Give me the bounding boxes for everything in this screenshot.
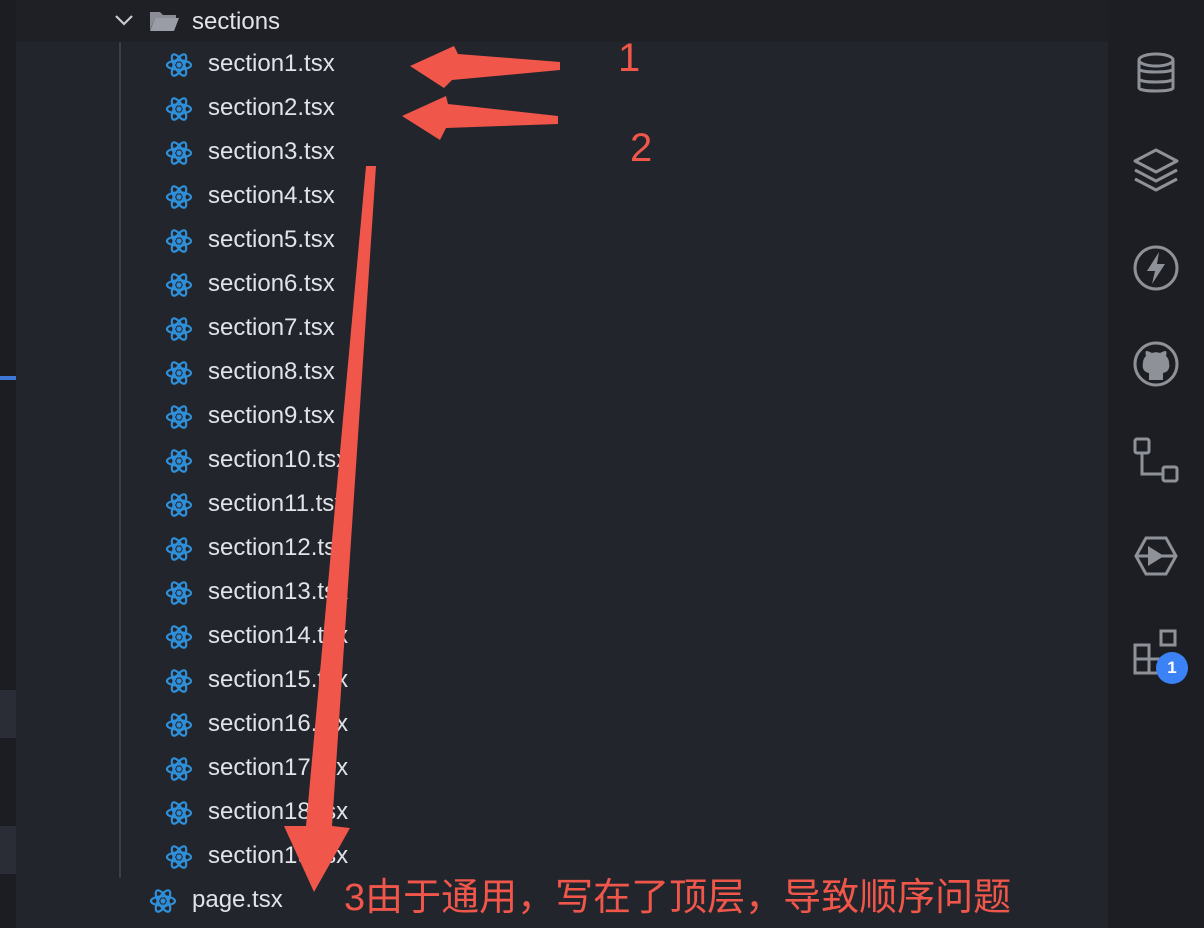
react-icon: [165, 359, 193, 387]
file-row[interactable]: section1.tsx: [16, 43, 1108, 87]
file-label: section16.tsx: [208, 710, 349, 737]
file-label: section1.tsx: [208, 50, 335, 77]
file-label: section6.tsx: [208, 270, 335, 297]
file-row[interactable]: section15.tsx: [16, 659, 1108, 703]
annotation-number-1: 1: [618, 36, 641, 80]
react-icon: [165, 51, 193, 79]
file-row[interactable]: section14.tsx: [16, 615, 1108, 659]
react-icon: [149, 887, 177, 915]
file-label: section8.tsx: [208, 358, 335, 385]
file-label: section7.tsx: [208, 314, 335, 341]
react-icon: [165, 799, 193, 827]
file-row[interactable]: section3.tsx: [16, 131, 1108, 175]
file-label: section3.tsx: [208, 138, 335, 165]
react-icon: [165, 623, 193, 651]
layers-icon[interactable]: [1132, 146, 1180, 194]
file-label: section11.tsx: [208, 490, 347, 517]
file-row[interactable]: section4.tsx: [16, 175, 1108, 219]
react-icon: [165, 535, 193, 563]
folder-row-sections[interactable]: sections: [16, 0, 1108, 42]
file-row[interactable]: section13.tsx: [16, 571, 1108, 615]
lightning-icon[interactable]: [1132, 244, 1180, 292]
active-indicator: [0, 376, 16, 380]
gutter-highlight: [0, 826, 16, 874]
react-icon: [165, 227, 193, 255]
file-explorer: sections section1.tsx section2.tsx section…: [16, 0, 1108, 928]
notification-badge: 1: [1156, 652, 1188, 684]
react-icon: [165, 755, 193, 783]
database-icon[interactable]: [1132, 50, 1180, 98]
file-label: section9.tsx: [208, 402, 335, 429]
file-label: section15.tsx: [208, 666, 349, 693]
react-icon: [165, 315, 193, 343]
gutter-highlight: [0, 690, 16, 738]
activity-bar: [1108, 0, 1204, 928]
file-row[interactable]: section18.tsx: [16, 791, 1108, 835]
file-label: section18.tsx: [208, 798, 349, 825]
folder-open-icon: [150, 12, 179, 31]
file-row[interactable]: section12.tsx: [16, 527, 1108, 571]
react-icon: [165, 271, 193, 299]
react-icon: [165, 403, 193, 431]
react-icon: [165, 843, 193, 871]
file-row[interactable]: section17.tsx: [16, 747, 1108, 791]
file-label: section19.tsx: [208, 842, 349, 869]
folder-label: sections: [192, 8, 281, 35]
github-icon[interactable]: [1132, 340, 1180, 388]
react-icon: [165, 447, 193, 475]
brand-icon[interactable]: [1132, 532, 1180, 580]
file-row[interactable]: section8.tsx: [16, 351, 1108, 395]
react-icon: [165, 139, 193, 167]
file-label: page.tsx: [192, 886, 283, 913]
file-row[interactable]: section6.tsx: [16, 263, 1108, 307]
react-icon: [165, 95, 193, 123]
file-row[interactable]: section11.tsx: [16, 483, 1108, 527]
file-label: section2.tsx: [208, 94, 335, 121]
react-icon: [165, 667, 193, 695]
flow-icon[interactable]: [1132, 436, 1180, 484]
chevron-down-icon[interactable]: [112, 8, 136, 32]
file-row[interactable]: section16.tsx: [16, 703, 1108, 747]
file-row[interactable]: section9.tsx: [16, 395, 1108, 439]
file-label: section4.tsx: [208, 182, 335, 209]
file-label: section14.tsx: [208, 622, 349, 649]
react-icon: [165, 491, 193, 519]
file-label: section5.tsx: [208, 226, 335, 253]
file-label: section17.tsx: [208, 754, 349, 781]
annotation-number-2: 2: [630, 126, 653, 170]
file-label: section10.tsx: [208, 446, 349, 473]
file-label: section13.tsx: [208, 578, 349, 605]
react-icon: [165, 183, 193, 211]
file-row[interactable]: section2.tsx: [16, 87, 1108, 131]
annotation-note: 3由于通用，写在了顶层，导致顺序问题: [344, 877, 1012, 919]
file-row[interactable]: section10.tsx: [16, 439, 1108, 483]
file-label: section12.tsx: [208, 534, 349, 561]
react-icon: [165, 579, 193, 607]
file-row[interactable]: section7.tsx: [16, 307, 1108, 351]
react-icon: [165, 711, 193, 739]
file-row[interactable]: section5.tsx: [16, 219, 1108, 263]
left-gutter: [0, 0, 16, 928]
